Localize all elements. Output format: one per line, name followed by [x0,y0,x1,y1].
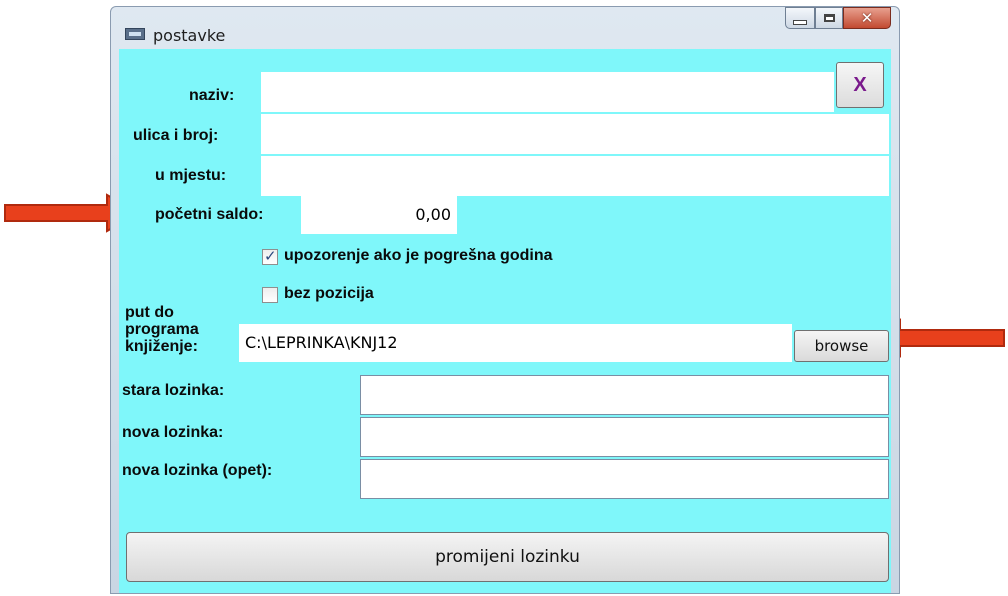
saldo-input[interactable]: 0,00 [301,196,457,234]
upozorenje-checkbox[interactable] [262,247,278,265]
ulica-label: ulica i broj: [133,127,219,144]
close-icon: ✕ [860,9,874,27]
nova-lozinka-opet-label: nova lozinka (opet): [122,462,273,479]
put-label-line1: put do [125,304,174,321]
title-bar[interactable]: postavke ✕ [111,7,899,49]
put-label-line3: knjiženje: [125,338,198,355]
naziv-input[interactable] [261,72,834,112]
minimize-button[interactable] [785,7,815,29]
repeat-password-input[interactable] [360,459,889,499]
saldo-label: početni saldo: [155,206,264,223]
window-title: postavke [153,26,226,45]
new-password-input[interactable] [360,417,889,457]
upozorenje-label: upozorenje ako je pogrešna godina [284,247,553,264]
path-input[interactable]: C:\LEPRINKA\KNJ12 [239,324,792,362]
ulica-input[interactable] [261,114,889,154]
nova-lozinka-label: nova lozinka: [122,424,224,441]
close-form-button[interactable]: X [836,62,884,108]
bez-pozicija-label: bez pozicija [284,285,374,302]
minimize-icon [793,19,807,25]
naziv-label: naziv: [189,87,235,104]
browse-button[interactable]: browse [794,330,889,362]
app-icon [125,28,145,40]
mjesto-label: u mjestu: [155,167,227,184]
maximize-icon [823,14,835,22]
window-close-button[interactable]: ✕ [843,7,891,29]
old-password-input[interactable] [360,375,889,415]
put-label-line2: programa [125,321,199,338]
form-panel: naziv: X ulica i broj: u mjestu: početni… [119,49,891,593]
bez-pozicija-checkbox[interactable] [262,287,278,303]
mjesto-input[interactable] [261,156,889,196]
change-password-button[interactable]: promijeni lozinku [126,532,889,582]
settings-window: postavke ✕ naziv: X ulica i broj: u mjes… [110,6,900,594]
stara-lozinka-label: stara lozinka: [122,382,225,399]
maximize-button[interactable] [815,7,843,29]
window-controls: ✕ [785,7,891,31]
